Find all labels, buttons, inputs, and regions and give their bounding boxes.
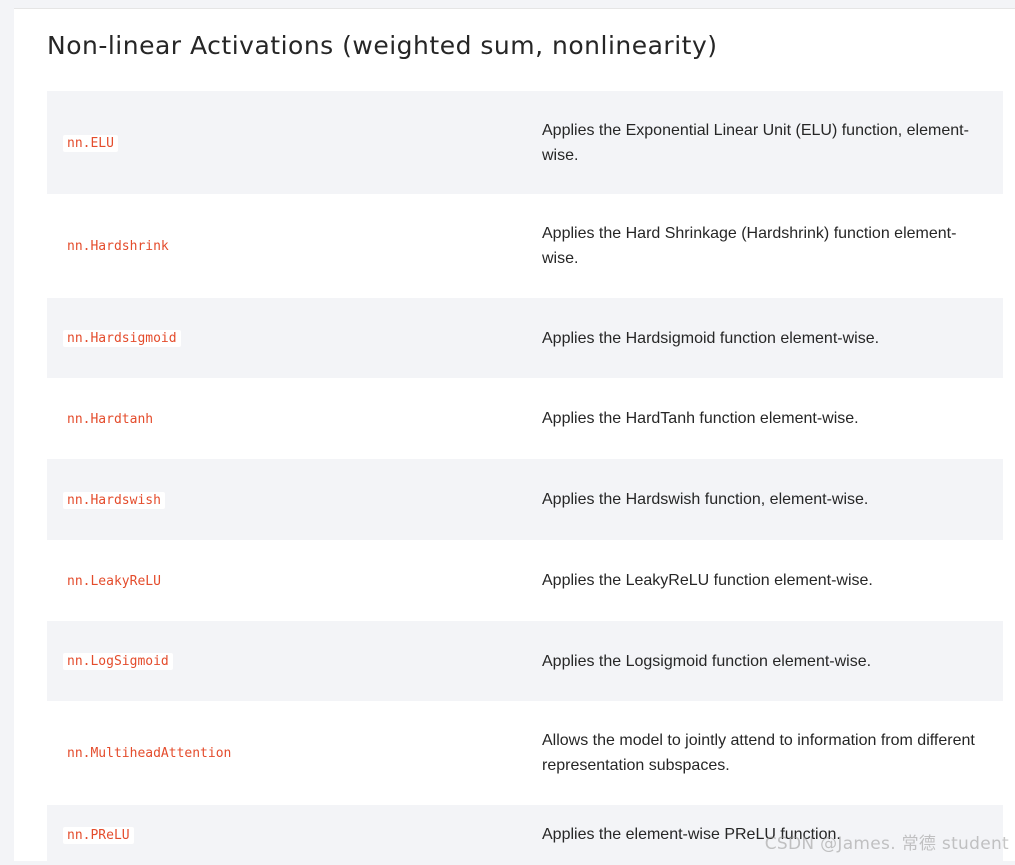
table-row: nn.Hardshrink Applies the Hard Shrinkage… (47, 194, 1003, 298)
api-description: Applies the HardTanh function element-wi… (542, 410, 859, 427)
api-name[interactable]: nn.Hardswish (63, 491, 165, 509)
api-name-cell: nn.LeakyReLU (47, 540, 525, 621)
api-link-hardsigmoid[interactable]: nn.Hardsigmoid (63, 329, 181, 347)
api-name[interactable]: nn.Hardsigmoid (63, 330, 181, 347)
api-table: nn.ELU Applies the Exponential Linear Un… (47, 91, 1003, 865)
table-row: nn.Hardsigmoid Applies the Hardsigmoid f… (47, 298, 1003, 378)
api-name-cell: nn.ELU (47, 91, 525, 194)
api-description: Applies the Hard Shrinkage (Hardshrink) … (542, 225, 957, 267)
table-row: nn.LeakyReLU Applies the LeakyReLU funct… (47, 540, 1003, 621)
api-name[interactable]: nn.MultiheadAttention (63, 745, 235, 762)
table-row: nn.LogSigmoid Applies the Logsigmoid fun… (47, 621, 1003, 701)
api-link-hardswish[interactable]: nn.Hardswish (63, 491, 165, 509)
api-description: Allows the model to jointly attend to in… (542, 732, 975, 774)
api-description: Applies the Hardswish function, element-… (542, 491, 869, 508)
api-name[interactable]: nn.LogSigmoid (63, 653, 173, 670)
api-description: Applies the LeakyReLU function element-w… (542, 572, 873, 589)
api-name[interactable]: nn.Hardshrink (63, 238, 173, 255)
api-name-cell: nn.Hardswish (47, 459, 525, 540)
table-row: nn.ELU Applies the Exponential Linear Un… (47, 91, 1003, 194)
api-link-hardshrink[interactable]: nn.Hardshrink (63, 237, 173, 254)
api-name[interactable]: nn.PReLU (63, 827, 134, 844)
api-name[interactable]: nn.ELU (63, 134, 118, 152)
csdn-watermark: CSDN @James. 常德 student (764, 834, 1009, 854)
table-row: nn.Hardswish Applies the Hardswish funct… (47, 459, 1003, 540)
api-name-cell: nn.Hardtanh (47, 378, 525, 459)
api-description: Applies the Logsigmoid function element-… (542, 652, 872, 670)
api-link-multiheadattention[interactable]: nn.MultiheadAttention (63, 744, 235, 761)
documentation-content: Non-linear Activations (weighted sum, no… (14, 8, 1015, 865)
api-link-elu[interactable]: nn.ELU (63, 134, 118, 152)
api-description: Applies the Exponential Linear Unit (ELU… (542, 121, 969, 164)
api-name-cell: nn.PReLU (47, 805, 525, 865)
section-title: Non-linear Activations (weighted sum, no… (47, 31, 718, 60)
api-link-logsigmoid[interactable]: nn.LogSigmoid (63, 652, 173, 670)
api-name-cell: nn.LogSigmoid (47, 621, 525, 701)
api-link-hardtanh[interactable]: nn.Hardtanh (63, 410, 157, 427)
api-link-leakyrelu[interactable]: nn.LeakyReLU (63, 572, 165, 589)
api-link-prelu[interactable]: nn.PReLU (63, 826, 134, 844)
api-name-cell: nn.MultiheadAttention (47, 701, 525, 805)
api-name[interactable]: nn.Hardtanh (63, 411, 157, 428)
table-row: nn.MultiheadAttention Allows the model t… (47, 701, 1003, 805)
api-name-cell: nn.Hardshrink (47, 194, 525, 298)
api-name-cell: nn.Hardsigmoid (47, 298, 525, 378)
table-row: nn.Hardtanh Applies the HardTanh functio… (47, 378, 1003, 459)
api-name[interactable]: nn.LeakyReLU (63, 573, 165, 590)
api-description: Applies the Hardsigmoid function element… (542, 329, 880, 347)
